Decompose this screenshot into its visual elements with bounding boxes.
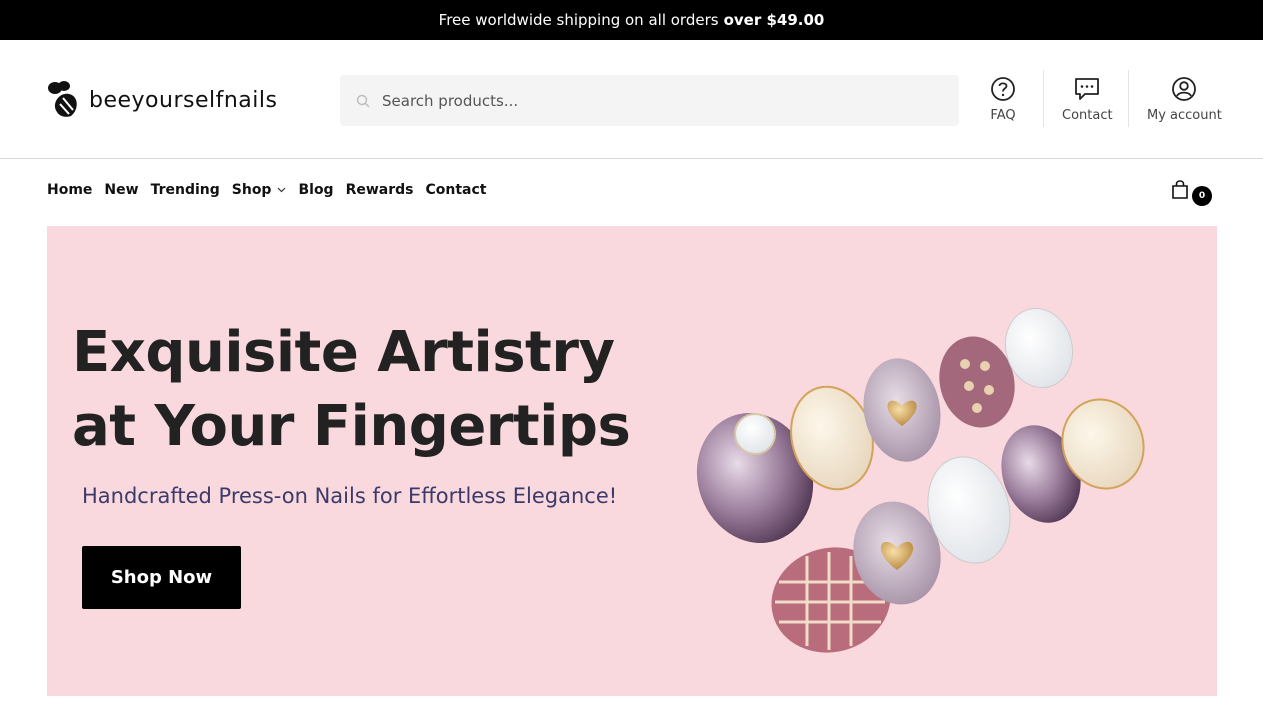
cart-count-badge: 0 <box>1192 186 1212 206</box>
chevron-down-icon <box>278 187 286 193</box>
main-nav: Home New Trending Shop Blog Rewards Cont… <box>47 182 499 198</box>
nav-label: Trending <box>150 182 220 198</box>
nav-label: Rewards <box>345 182 414 198</box>
user-circle-icon <box>1172 77 1197 101</box>
shopping-bag-icon <box>1172 180 1188 199</box>
shop-now-button[interactable]: Shop Now <box>82 546 241 609</box>
contact-link[interactable]: Contact <box>1062 76 1113 123</box>
search-bar <box>340 75 959 126</box>
header-divider <box>1128 70 1129 127</box>
nav-label: New <box>104 182 139 198</box>
logo-text: beeyourselfnails <box>89 87 278 113</box>
nav-item-blog[interactable]: Blog <box>298 182 333 198</box>
search-icon <box>356 94 370 107</box>
account-link[interactable]: My account <box>1147 76 1222 123</box>
hero-title: Exquisite Artistry at Your Fingertips <box>72 320 631 459</box>
account-label: My account <box>1147 108 1222 123</box>
hero-subtitle: Handcrafted Press-on Nails for Effortles… <box>82 484 618 508</box>
announcement-text: Free worldwide shipping on all orders <box>438 11 719 29</box>
announcement-emphasis: over $49.00 <box>723 11 825 29</box>
nav-label: Blog <box>298 182 334 198</box>
nav-label: Home <box>47 182 93 198</box>
nav-label: Contact <box>425 182 487 198</box>
faq-label: FAQ <box>990 108 1016 123</box>
chat-bubble-icon <box>1075 78 1100 100</box>
announcement-bar: Free worldwide shipping on all orders ov… <box>0 0 1263 40</box>
faq-link[interactable]: FAQ <box>990 76 1016 123</box>
hero-banner: Exquisite Artistry at Your Fingertips Ha… <box>47 226 1217 696</box>
site-header: beeyourselfnails FAQ Contact <box>0 40 1263 159</box>
bee-icon <box>48 81 77 117</box>
nav-item-trending[interactable]: Trending <box>151 182 220 198</box>
press-on-nails-image <box>696 307 1145 653</box>
nav-item-shop[interactable]: Shop <box>232 182 287 198</box>
search-input[interactable] <box>382 91 942 110</box>
question-circle-icon <box>991 77 1015 101</box>
nav-item-contact[interactable]: Contact <box>426 182 487 198</box>
nav-item-rewards[interactable]: Rewards <box>346 182 414 198</box>
nav-item-new[interactable]: New <box>104 182 138 198</box>
nav-label: Shop <box>231 182 272 198</box>
nav-item-home[interactable]: Home <box>47 182 92 198</box>
site-logo[interactable]: beeyourselfnails <box>47 80 277 120</box>
contact-label: Contact <box>1062 108 1113 123</box>
header-divider <box>1043 70 1044 127</box>
cart-button[interactable]: 0 <box>1171 179 1212 209</box>
